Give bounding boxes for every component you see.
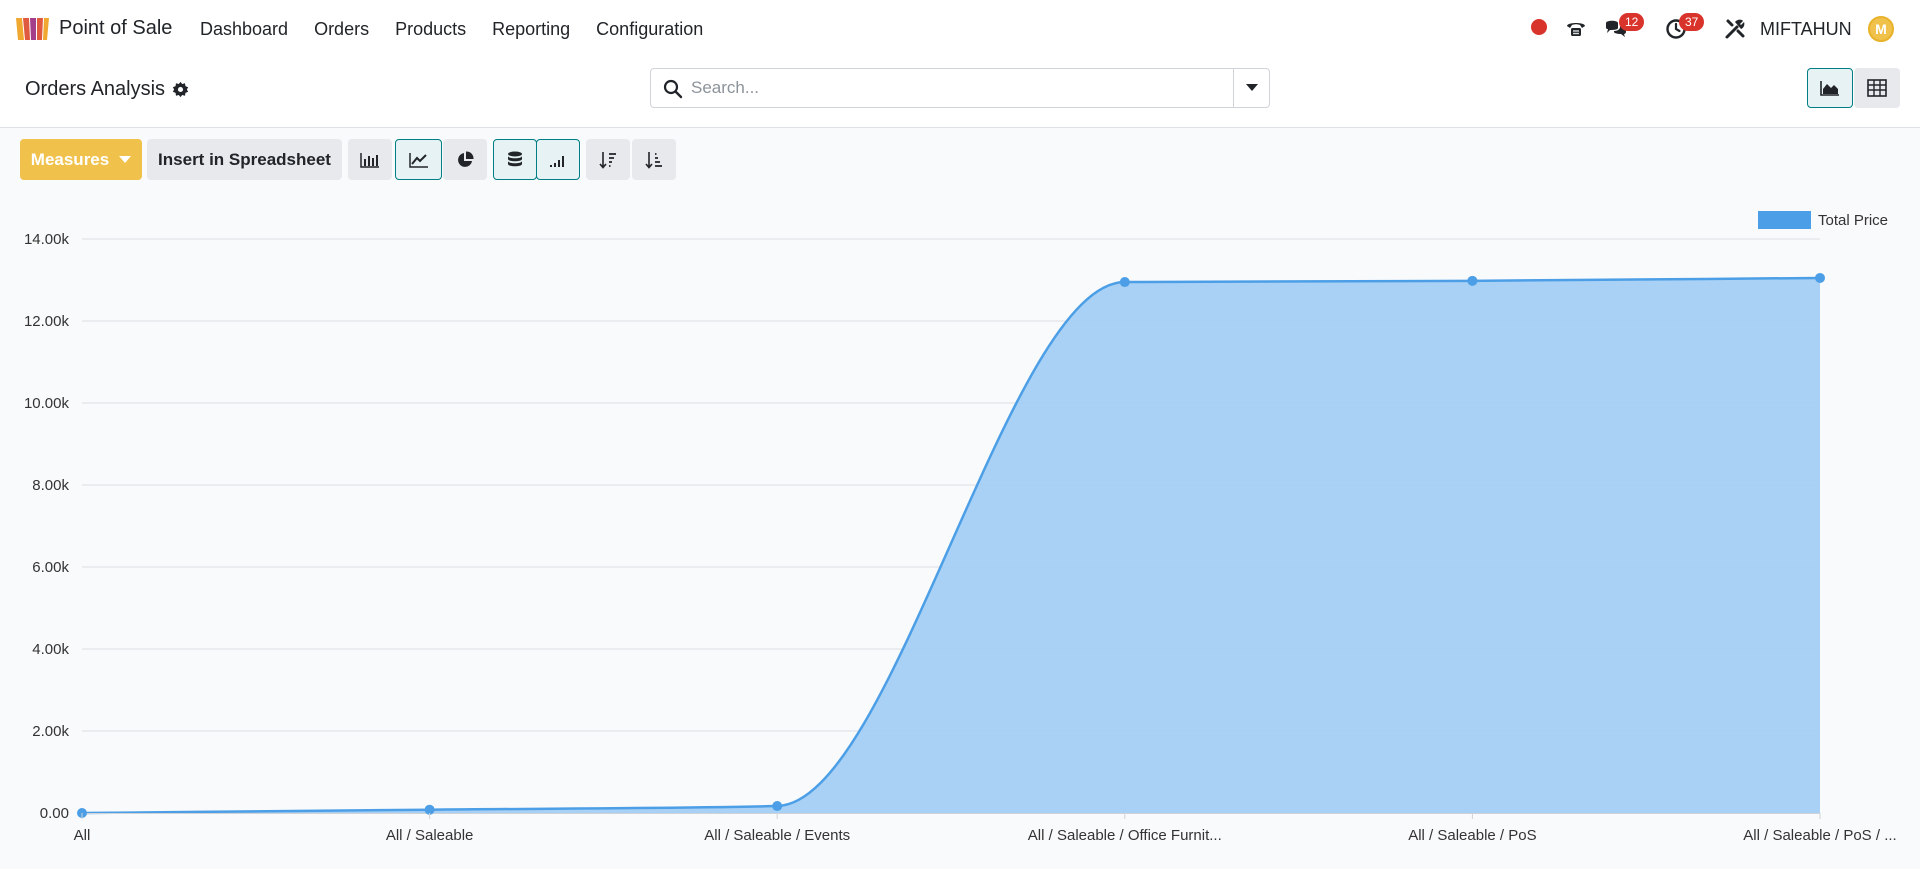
y-tick-label: 6.00k (32, 559, 69, 576)
data-point (1467, 275, 1478, 286)
area-chart: 0.00 2.00k 4.00k 6.00k 8.00k 10.00k 12.00k 14.0… (24, 231, 1897, 844)
signal-bars-icon (550, 155, 564, 167)
search-options-toggle[interactable] (1233, 69, 1269, 107)
user-avatar[interactable]: M (1868, 16, 1894, 42)
main-menu: Dashboard Orders Products Reporting Conf… (200, 19, 729, 40)
measures-label: Measures (30, 149, 110, 169)
pivot-view-button[interactable] (1854, 68, 1900, 108)
y-tick-label: 2.00k (32, 723, 69, 740)
sort-ascending-icon (645, 151, 662, 169)
x-tick-label: All / Saleable / PoS / ... (1743, 827, 1896, 844)
line-chart-button[interactable] (395, 139, 442, 180)
sort-descending-icon (599, 151, 616, 169)
y-tick-label: 14.00k (24, 231, 70, 248)
chart-area: 0.00 2.00k 4.00k 6.00k 8.00k 10.00k 12.00k 14.0… (0, 190, 1920, 869)
messages-badge: 12 (1619, 13, 1645, 31)
line-chart-icon (408, 152, 428, 168)
chart-legend[interactable]: Total Price (1758, 211, 1888, 229)
sort-ascending-button[interactable] (632, 139, 676, 180)
y-tick-label: 10.00k (24, 395, 70, 412)
cumulative-button[interactable] (536, 139, 580, 180)
pie-chart-button[interactable] (443, 139, 487, 180)
area-chart-icon (1820, 81, 1839, 96)
x-tick-label: All / Saleable / Events (704, 827, 850, 844)
sort-descending-button[interactable] (586, 139, 630, 180)
breadcrumb: Orders Analysis (25, 78, 189, 101)
caret-down-icon (1245, 84, 1258, 91)
search-icon (663, 79, 683, 99)
y-tick-label: 4.00k (32, 641, 69, 658)
top-navbar: Point of Sale Dashboard Orders Products … (0, 0, 1920, 58)
x-tick-label: All / Saleable / Office Furnit... (1028, 827, 1222, 844)
phone-icon[interactable] (1564, 17, 1588, 41)
tools-icon[interactable] (1723, 17, 1747, 41)
page-title: Orders Analysis (25, 78, 166, 100)
legend-label: Total Price (1818, 211, 1889, 229)
data-point (772, 801, 783, 812)
search-box (650, 68, 1270, 108)
x-tick-label: All (74, 827, 91, 844)
pos-app-logo-icon[interactable] (14, 14, 50, 44)
insert-in-spreadsheet-label: Insert in Spreadsheet (158, 149, 331, 169)
bar-chart-icon (360, 152, 379, 168)
menu-item-dashboard[interactable]: Dashboard (200, 19, 288, 40)
gear-icon[interactable] (172, 81, 189, 98)
data-point (1815, 272, 1825, 283)
data-point (1119, 277, 1130, 288)
menu-item-configuration[interactable]: Configuration (596, 19, 703, 40)
table-icon (1867, 79, 1887, 97)
insert-in-spreadsheet-button[interactable]: Insert in Spreadsheet (147, 139, 342, 180)
control-panel: Orders Analysis (0, 58, 1920, 128)
y-tick-label: 12.00k (24, 313, 70, 330)
x-tick-label: All / Saleable (386, 827, 474, 844)
bar-chart-button[interactable] (348, 139, 392, 180)
y-tick-label: 0.00 (40, 805, 69, 822)
measures-button[interactable]: Measures (20, 139, 142, 180)
x-tick-label: All / Saleable / PoS (1408, 827, 1536, 844)
legend-swatch (1758, 211, 1811, 229)
app-title[interactable]: Point of Sale (59, 17, 172, 40)
y-tick-label: 8.00k (32, 477, 69, 494)
menu-item-reporting[interactable]: Reporting (492, 19, 570, 40)
graph-view-button[interactable] (1807, 68, 1853, 108)
menu-item-products[interactable]: Products (395, 19, 466, 40)
recording-indicator[interactable] (1531, 19, 1547, 35)
caret-down-icon (119, 156, 132, 163)
user-menu-name[interactable]: MIFTAHUN (1760, 19, 1852, 40)
search-input[interactable] (691, 69, 1251, 107)
pie-chart-icon (458, 150, 474, 167)
database-stack-icon (508, 151, 522, 166)
menu-item-orders[interactable]: Orders (314, 19, 369, 40)
activities-badge: 37 (1679, 13, 1705, 31)
stacked-button[interactable] (493, 139, 537, 180)
